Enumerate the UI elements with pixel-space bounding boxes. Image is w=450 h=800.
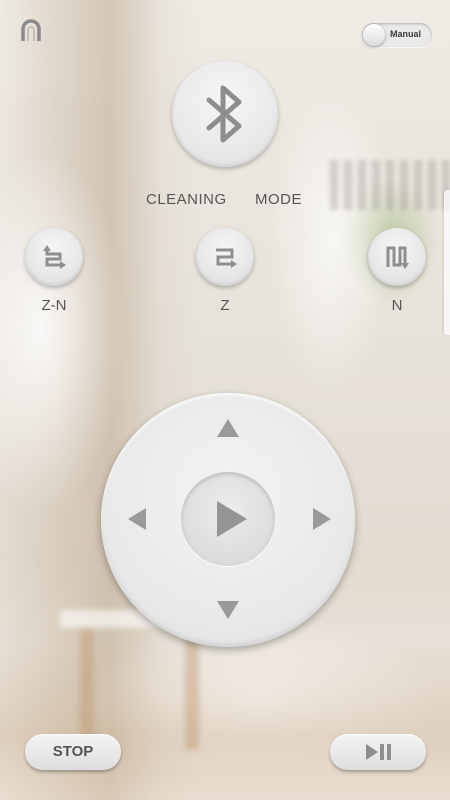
mode-n-label: N	[391, 297, 403, 314]
arrow-left-icon[interactable]	[126, 507, 150, 531]
arrow-down-icon[interactable]	[216, 597, 240, 621]
background-blind	[330, 160, 450, 210]
manual-toggle[interactable]: Manual	[362, 23, 432, 47]
mode-label: MODE	[255, 191, 302, 208]
app-logo-icon[interactable]	[19, 19, 43, 43]
zigzag-icon	[216, 248, 237, 268]
mode-z-button[interactable]	[196, 228, 254, 286]
background-table-leg	[185, 630, 199, 750]
play-pause-button[interactable]	[330, 734, 426, 770]
stop-button[interactable]: STOP	[25, 734, 121, 770]
start-button[interactable]	[181, 472, 275, 566]
cleaning-label: CLEANING	[146, 191, 227, 208]
background-floor	[0, 640, 450, 800]
arrow-up-icon[interactable]	[216, 417, 240, 441]
toggle-knob[interactable]	[363, 24, 385, 46]
bluetooth-icon	[206, 85, 242, 143]
play-icon	[217, 501, 247, 537]
bluetooth-button[interactable]	[172, 61, 278, 167]
mode-n-button[interactable]	[368, 228, 426, 286]
n-pattern-icon	[386, 246, 409, 269]
zigzag-return-icon	[43, 245, 66, 269]
mode-z-label: Z	[220, 297, 230, 314]
arrow-right-icon[interactable]	[309, 507, 333, 531]
mode-zn-button[interactable]	[25, 228, 83, 286]
play-pause-icon	[366, 744, 391, 760]
side-panel-handle[interactable]	[444, 190, 450, 335]
toggle-label: Manual	[390, 29, 422, 39]
mode-zn-label: Z-N	[41, 297, 67, 314]
background-table-leg	[80, 630, 94, 750]
